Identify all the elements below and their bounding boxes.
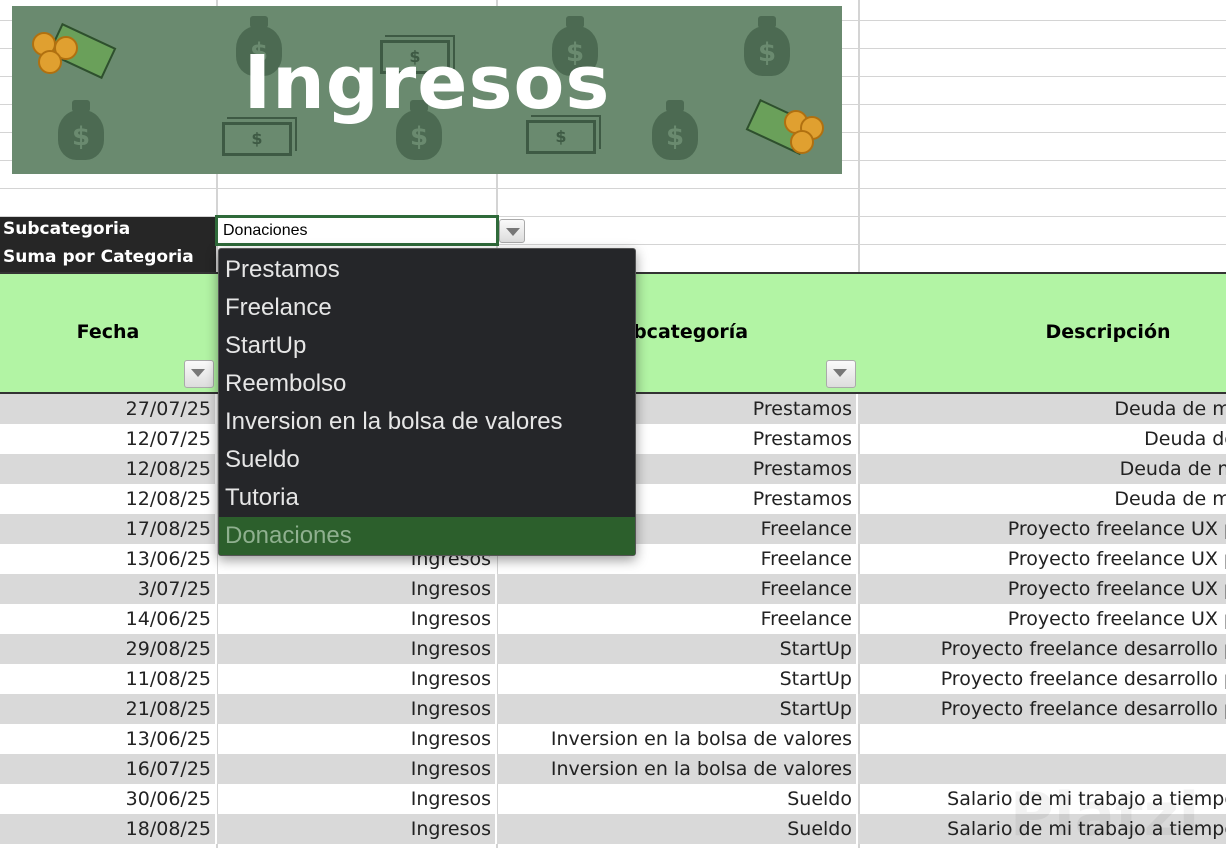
category-cell[interactable]: Ingresos bbox=[217, 784, 497, 814]
description-cell[interactable]: Proyecto freelance UX p bbox=[858, 574, 1226, 604]
date-cell[interactable]: 3/07/25 bbox=[0, 574, 217, 604]
date-cell[interactable]: 14/06/25 bbox=[0, 604, 217, 634]
banner-title: Ingresos bbox=[243, 40, 611, 126]
subcategory-label: Subcategoria bbox=[0, 217, 216, 245]
subcategory-cell[interactable]: Freelance bbox=[497, 604, 858, 634]
category-cell[interactable]: Ingresos bbox=[217, 694, 497, 724]
header-banner: $ $ $ $ $ $ $ $ $ Ingresos bbox=[12, 6, 842, 174]
category-cell[interactable]: Ingresos bbox=[217, 574, 497, 604]
subcategory-dropdown-list: Prestamos Freelance StartUp Reembolso Invers… bbox=[218, 248, 636, 556]
description-cell[interactable]: Proyecto freelance UX p bbox=[858, 604, 1226, 634]
dropdown-option[interactable]: Donaciones bbox=[219, 517, 635, 555]
subcategory-cell[interactable]: Inversion en la bolsa de valores bbox=[497, 754, 858, 784]
category-cell[interactable]: Ingresos bbox=[217, 604, 497, 634]
description-cell[interactable]: Proyecto freelance UX p bbox=[858, 514, 1226, 544]
date-cell[interactable]: 16/07/25 bbox=[0, 754, 217, 784]
watermark: Platzi bbox=[1010, 780, 1200, 850]
description-cell[interactable]: Deuda de m bbox=[858, 454, 1226, 484]
date-cell[interactable]: 11/08/25 bbox=[0, 664, 217, 694]
dropdown-option[interactable]: Reembolso bbox=[219, 365, 635, 403]
subcategory-cell[interactable]: Freelance bbox=[497, 574, 858, 604]
subcategory-dropdown-arrow-icon[interactable] bbox=[499, 219, 525, 243]
fecha-filter-icon[interactable] bbox=[184, 360, 214, 388]
category-cell[interactable]: Ingresos bbox=[217, 814, 497, 844]
date-cell[interactable]: 17/08/25 bbox=[0, 514, 217, 544]
date-cell[interactable]: 30/06/25 bbox=[0, 784, 217, 814]
date-cell[interactable]: 13/06/25 bbox=[0, 724, 217, 754]
category-cell[interactable]: Ingresos bbox=[217, 754, 497, 784]
subcategory-cell[interactable]: StartUp bbox=[497, 634, 858, 664]
subcategory-cell[interactable]: Inversion en la bolsa de valores bbox=[497, 724, 858, 754]
table-row: 21/08/25 Ingresos StartUp Proyecto freelanc… bbox=[0, 694, 1226, 724]
subcategory-cell[interactable]: StartUp bbox=[497, 694, 858, 724]
dropdown-option[interactable]: Tutoria bbox=[219, 479, 635, 517]
description-cell[interactable]: Deuda de mi bbox=[858, 394, 1226, 424]
header-descripcion: Descripción bbox=[1045, 321, 1171, 343]
dropdown-option[interactable]: Inversion en la bolsa de valores bbox=[219, 403, 635, 441]
subcategory-select[interactable]: Donaciones bbox=[215, 215, 499, 246]
date-cell[interactable]: 12/08/25 bbox=[0, 484, 217, 514]
subcategory-cell[interactable]: Sueldo bbox=[497, 814, 858, 844]
subcategory-cell[interactable]: StartUp bbox=[497, 664, 858, 694]
description-cell[interactable]: Deuda de bbox=[858, 424, 1226, 454]
subcategoria-filter-icon[interactable] bbox=[826, 360, 856, 388]
date-cell[interactable]: 12/08/25 bbox=[0, 454, 217, 484]
date-cell[interactable]: 18/08/25 bbox=[0, 814, 217, 844]
category-cell[interactable]: Ingresos bbox=[217, 634, 497, 664]
description-cell[interactable]: Proyecto freelance UX p bbox=[858, 544, 1226, 574]
description-cell[interactable]: Proyecto freelance desarrollo p bbox=[858, 634, 1226, 664]
table-row: 14/06/25 Ingresos Freelance Proyecto freela… bbox=[0, 604, 1226, 634]
date-cell[interactable]: 29/08/25 bbox=[0, 634, 217, 664]
dropdown-option[interactable]: StartUp bbox=[219, 327, 635, 365]
date-cell[interactable]: 12/07/25 bbox=[0, 424, 217, 454]
description-cell[interactable]: Deuda de mi bbox=[858, 484, 1226, 514]
bill-icon: $ bbox=[222, 122, 292, 156]
table-row: 11/08/25 Ingresos StartUp Proyecto freelanc… bbox=[0, 664, 1226, 694]
dropdown-option[interactable]: Sueldo bbox=[219, 441, 635, 479]
subcategory-cell[interactable]: Sueldo bbox=[497, 784, 858, 814]
sum-by-category-label: Suma por Categoria bbox=[0, 245, 216, 273]
category-cell[interactable]: Ingresos bbox=[217, 664, 497, 694]
table-row: 3/07/25 Ingresos Freelance Proyecto freelan… bbox=[0, 574, 1226, 604]
date-cell[interactable]: 27/07/25 bbox=[0, 394, 217, 424]
description-cell[interactable]: Proyecto freelance desarrollo p bbox=[858, 664, 1226, 694]
description-cell[interactable]: Proyecto freelance desarrollo p bbox=[858, 694, 1226, 724]
description-cell[interactable] bbox=[858, 724, 1226, 754]
dropdown-option[interactable]: Prestamos bbox=[219, 251, 635, 289]
date-cell[interactable]: 13/06/25 bbox=[0, 544, 217, 574]
table-row: 13/06/25 Ingresos Inversion en la bolsa de… bbox=[0, 724, 1226, 754]
category-cell[interactable]: Ingresos bbox=[217, 724, 497, 754]
dropdown-option[interactable]: Freelance bbox=[219, 289, 635, 327]
date-cell[interactable]: 21/08/25 bbox=[0, 694, 217, 724]
table-row: 29/08/25 Ingresos StartUp Proyecto freelanc… bbox=[0, 634, 1226, 664]
